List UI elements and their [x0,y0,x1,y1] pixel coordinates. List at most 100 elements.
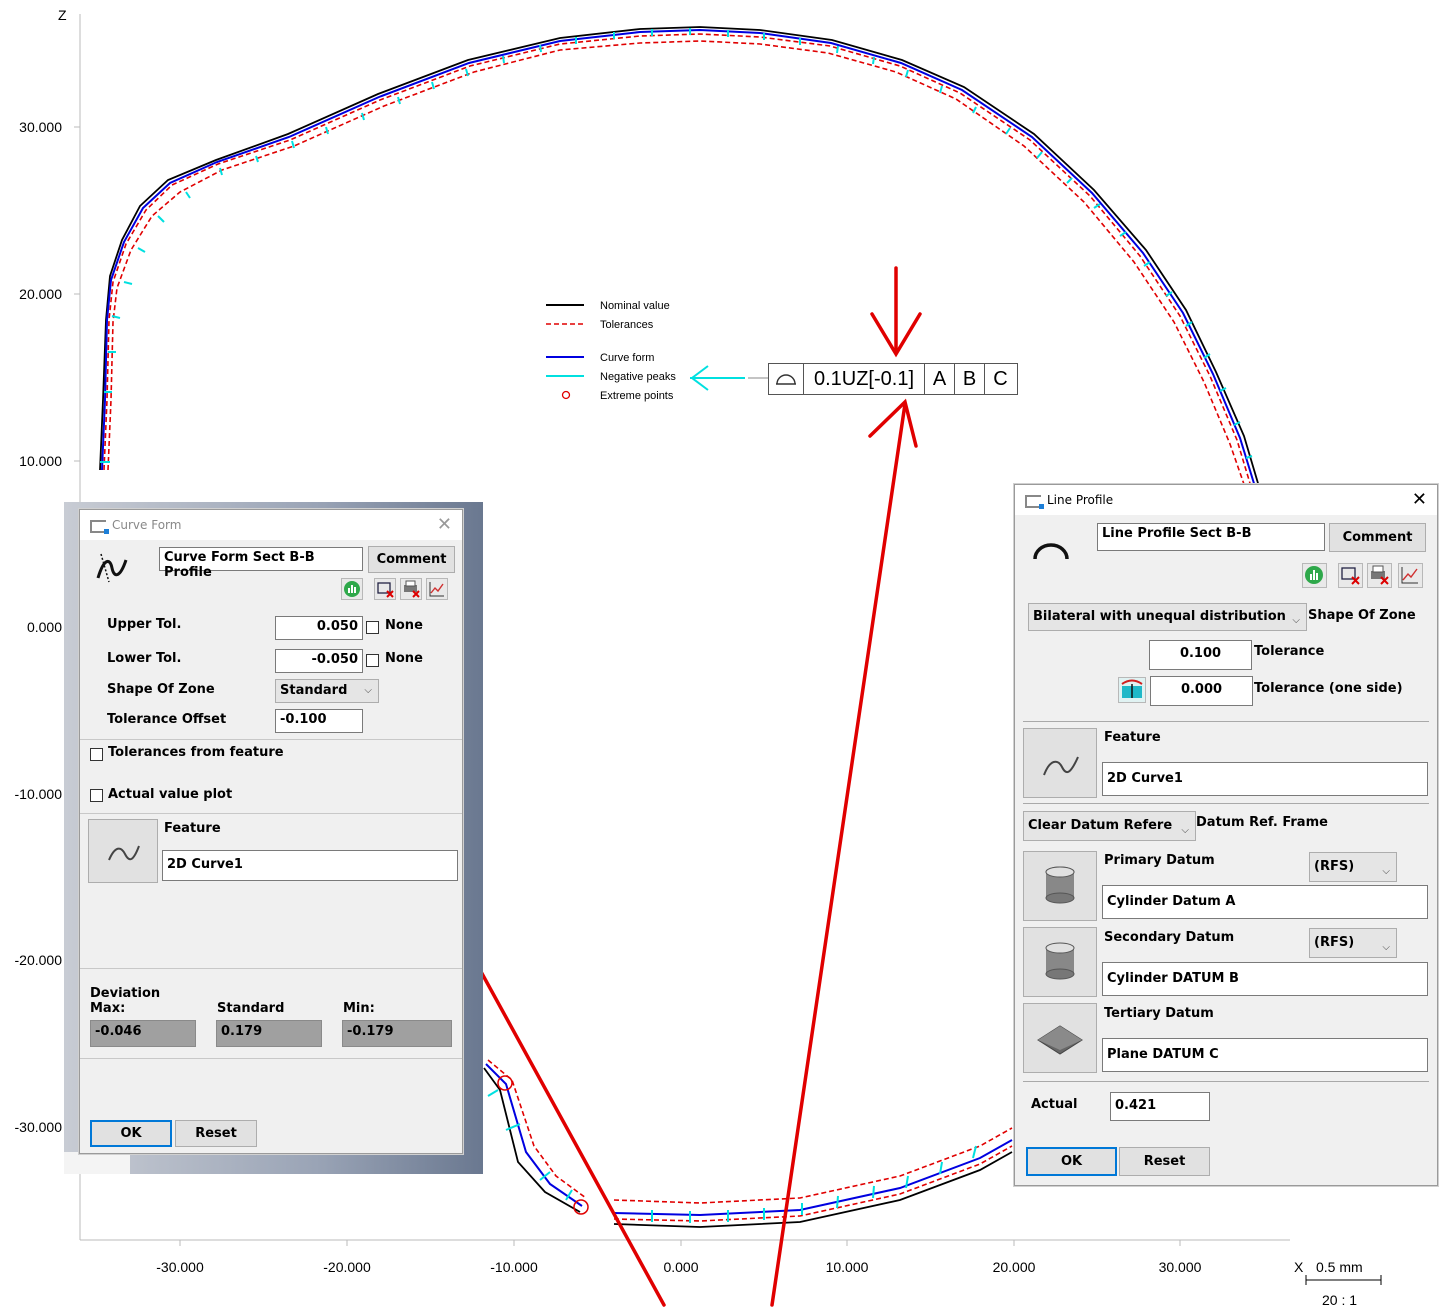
shape-of-zone-select[interactable]: Standard ⌵ [275,679,379,703]
actual-plot-label: Actual value plot [108,787,233,802]
profile-of-line-icon [769,364,804,394]
curve-form-icon [96,553,128,583]
dialog-backdrop-white [64,1152,130,1174]
stats-icon[interactable] [341,578,363,600]
z-axis-label: Z [58,7,67,23]
feature-input[interactable]: 2D Curve1 [1102,762,1428,796]
graph-icon[interactable] [426,578,448,600]
clear-datum-value: Clear Datum Refere [1028,818,1173,833]
dialog-title: Curve Form [112,518,182,532]
feature-icon-button[interactable] [88,819,158,883]
x-tick-label: 10.000 [826,1259,869,1275]
reset-button[interactable]: Reset [175,1120,257,1147]
primary-modifier-select[interactable]: (RFS) ⌵ [1309,852,1397,882]
close-icon[interactable]: ✕ [437,514,452,535]
line-profile-dialog: Line Profile ✕ Line Profile Sect B-B Com… [1014,484,1438,1186]
tertiary-datum-label: Tertiary Datum [1104,1006,1214,1021]
ok-button[interactable]: OK [90,1120,172,1147]
x-tick-label: -20.000 [323,1259,371,1275]
app-logo-icon [90,520,109,534]
line-profile-titlebar[interactable]: Line Profile ✕ [1015,485,1437,515]
deviation-group-label: Deviation [90,986,161,1001]
tolerance-label: Tolerance [1254,644,1325,659]
x-axis-label: X [1294,1259,1304,1275]
reset-button[interactable]: Reset [1119,1147,1210,1176]
primary-modifier-value: (RFS) [1314,859,1355,874]
comment-button[interactable]: Comment [1329,523,1426,552]
chevron-down-icon: ⌵ [364,685,372,696]
feature-input[interactable]: 2D Curve1 [162,850,458,881]
fcf-datum-c: C [993,368,1008,390]
lower-none-checkbox[interactable] [366,654,379,667]
upper-none-label: None [385,618,423,633]
tolerance-outer-curve [103,33,1253,491]
legend-label: Tolerances [600,319,654,331]
chevron-down-icon: ⌵ [1382,866,1390,877]
close-icon[interactable]: ✕ [1412,489,1427,510]
x-tick-label: 30.000 [1159,1259,1202,1275]
comment-button[interactable]: Comment [368,546,455,573]
min-value: -0.179 [342,1020,452,1047]
stats-icon[interactable] [1302,563,1327,588]
scale-ratio: 20 : 1 [1322,1292,1357,1308]
min-label: Min: [343,1001,375,1016]
curve-form-titlebar[interactable]: Curve Form ✕ [80,510,462,540]
chevron-down-icon: ⌵ [1292,615,1300,626]
tol-from-feature-checkbox[interactable] [90,748,103,761]
chevron-down-icon: ⌵ [1181,825,1189,836]
curve-form-dialog: Curve Form ✕ Curve Form Sect B-B Profile… [79,509,463,1154]
feature-name-input[interactable]: Curve Form Sect B-B Profile [159,547,363,580]
lower-tol-input[interactable]: -0.050 [275,649,363,673]
actual-plot-checkbox[interactable] [90,789,103,802]
export-delete-icon[interactable] [374,578,396,600]
ok-button[interactable]: OK [1026,1147,1117,1176]
y-tick-label: 0.000 [27,619,62,635]
lower-tol-label: Lower Tol. [107,651,182,666]
primary-datum-button[interactable] [1023,851,1097,921]
feature-name-input[interactable]: Line Profile Sect B-B [1097,523,1325,551]
curve-form-line [101,28,1257,491]
cyan-arrow [690,365,745,391]
app-logo-icon [1025,495,1044,509]
tolerance-bottom-b [613,1127,1013,1204]
print-delete-icon[interactable] [400,578,422,600]
chevron-down-icon: ⌵ [1382,942,1390,953]
tolerance-inner-curve [107,40,1247,491]
max-value: -0.046 [90,1020,196,1047]
tertiary-datum-input[interactable]: Plane DATUM C [1102,1038,1428,1072]
feature-label: Feature [1104,730,1161,745]
print-delete-icon[interactable] [1367,563,1392,588]
tertiary-datum-button[interactable] [1023,1003,1097,1073]
tolerance-one-side-input[interactable]: 0.000 [1150,676,1253,706]
extreme-point [573,1199,589,1215]
standard-label: Standard [217,1001,285,1016]
zone-type-select[interactable]: Bilateral with unequal distribution ⌵ [1028,603,1307,631]
zone-type-value: Bilateral with unequal distribution [1033,609,1286,624]
shape-of-zone-label: Shape Of Zone [107,682,215,697]
secondary-modifier-select[interactable]: (RFS) ⌵ [1309,928,1397,958]
upper-none-checkbox[interactable] [366,621,379,634]
fcf-tolerance: 0.1UZ[-0.1] [804,364,925,394]
primary-datum-input[interactable]: Cylinder Datum A [1102,885,1428,919]
clear-datum-select[interactable]: Clear Datum Refere ⌵ [1023,811,1196,841]
offset-zone-icon[interactable] [1118,677,1146,703]
nominal-curve [99,26,1261,491]
x-tick-label: -30.000 [156,1259,204,1275]
y-tick-label: 20.000 [19,286,62,302]
y-tick-label: 30.000 [19,119,62,135]
secondary-datum-input[interactable]: Cylinder DATUM B [1102,962,1428,996]
y-tick-label: -30.000 [15,1119,63,1135]
feature-control-frame: 0.1UZ[-0.1] A B C [768,363,1018,395]
feature-icon-button[interactable] [1023,728,1097,798]
legend-label: Negative peaks [600,371,676,383]
upper-tol-input[interactable]: 0.050 [275,616,363,640]
graph-icon[interactable] [1398,563,1423,588]
x-tick-label: -10.000 [490,1259,538,1275]
secondary-datum-button[interactable] [1023,927,1097,997]
tolerance-input[interactable]: 0.100 [1149,640,1252,670]
fcf-datum-a: A [925,364,955,394]
export-delete-icon[interactable] [1338,563,1363,588]
legend-label: Curve form [600,352,654,364]
tolerance-offset-input[interactable]: -0.100 [275,709,363,733]
datum-ref-frame-label: Datum Ref. Frame [1196,815,1328,830]
